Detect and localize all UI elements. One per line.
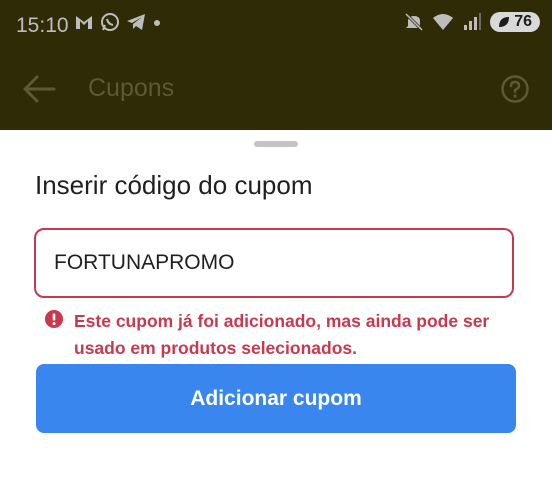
app-header: Cupons xyxy=(0,60,552,120)
dot-icon xyxy=(154,20,160,26)
page-title: Cupons xyxy=(88,74,175,102)
error-text: Este cupom já foi adicionado, mas ainda … xyxy=(74,311,490,358)
dimmed-backdrop[interactable]: 15:10 76 Cupons xyxy=(0,0,552,130)
coupon-bottom-sheet: Inserir código do cupom Este cupom já fo… xyxy=(0,130,552,500)
help-icon[interactable] xyxy=(500,74,530,104)
sheet-title: Inserir código do cupom xyxy=(35,170,313,200)
coupon-code-field[interactable] xyxy=(34,228,514,298)
error-message: Este cupom já foi adicionado, mas ainda … xyxy=(44,308,514,362)
wifi-icon xyxy=(433,14,454,30)
sheet-drag-handle[interactable] xyxy=(254,141,298,147)
whatsapp-icon xyxy=(101,13,119,31)
back-arrow-icon[interactable] xyxy=(22,72,56,106)
add-coupon-button[interactable]: Adicionar cupom xyxy=(36,364,516,433)
status-bar: 15:10 76 xyxy=(0,0,552,52)
coupon-code-input[interactable] xyxy=(54,230,494,295)
mute-icon xyxy=(405,12,424,32)
error-icon xyxy=(45,310,63,328)
notification-icons xyxy=(74,12,162,32)
signal-icon xyxy=(464,13,482,30)
system-icons: 76 xyxy=(404,12,540,32)
battery-indicator: 76 xyxy=(490,12,540,32)
battery-leaf-icon xyxy=(499,17,510,27)
telegram-icon xyxy=(127,14,145,30)
battery-level: 76 xyxy=(514,13,532,30)
status-time: 15:10 xyxy=(16,14,69,37)
gmail-icon xyxy=(76,16,92,29)
